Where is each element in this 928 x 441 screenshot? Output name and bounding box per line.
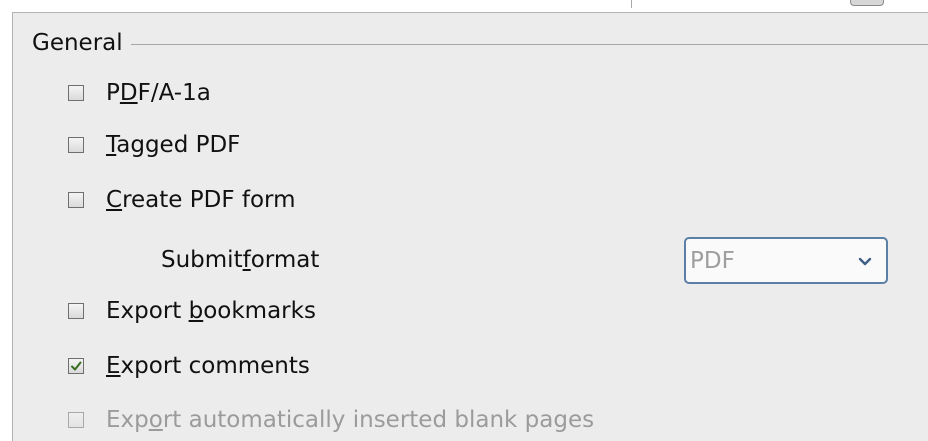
export-comments-label[interactable]: Export comments <box>106 354 310 378</box>
export-comments-checkbox[interactable] <box>68 358 84 374</box>
pdfa-checkbox[interactable] <box>68 85 84 101</box>
partial-control <box>850 0 884 6</box>
create-pdf-form-label[interactable]: Create PDF form <box>106 188 295 212</box>
export-blank-pages-label: Export automatically inserted blank page… <box>106 406 595 433</box>
tagged-pdf-checkbox[interactable] <box>68 137 84 153</box>
checkmark-icon <box>71 361 82 371</box>
create-pdf-form-checkbox[interactable] <box>68 192 84 208</box>
export-bookmarks-checkbox[interactable] <box>68 303 84 319</box>
pdfa-option[interactable]: PDF/A-1a <box>68 76 211 110</box>
export-bookmarks-option[interactable]: Export bookmarks <box>68 294 316 328</box>
export-comments-option[interactable]: Export comments <box>68 349 310 383</box>
section-title: General <box>32 29 123 56</box>
section-divider <box>130 43 928 45</box>
tagged-pdf-label[interactable]: Tagged PDF <box>106 133 240 157</box>
pdfa-label[interactable]: PDF/A-1a <box>106 81 211 105</box>
chevron-down-icon <box>858 257 872 265</box>
section-header: General <box>32 26 928 60</box>
tagged-pdf-option[interactable]: Tagged PDF <box>68 128 240 162</box>
export-blank-pages-option: Export automatically inserted blank page… <box>68 403 594 437</box>
submit-format-value: PDF <box>690 247 735 274</box>
submit-format-label: Submit f ormat <box>161 247 320 273</box>
divider <box>631 0 632 8</box>
export-blank-pages-checkbox <box>68 412 84 428</box>
export-bookmarks-label[interactable]: Export bookmarks <box>106 299 316 323</box>
create-pdf-form-option[interactable]: Create PDF form <box>68 183 295 217</box>
submit-format-select[interactable]: PDF <box>684 237 888 284</box>
